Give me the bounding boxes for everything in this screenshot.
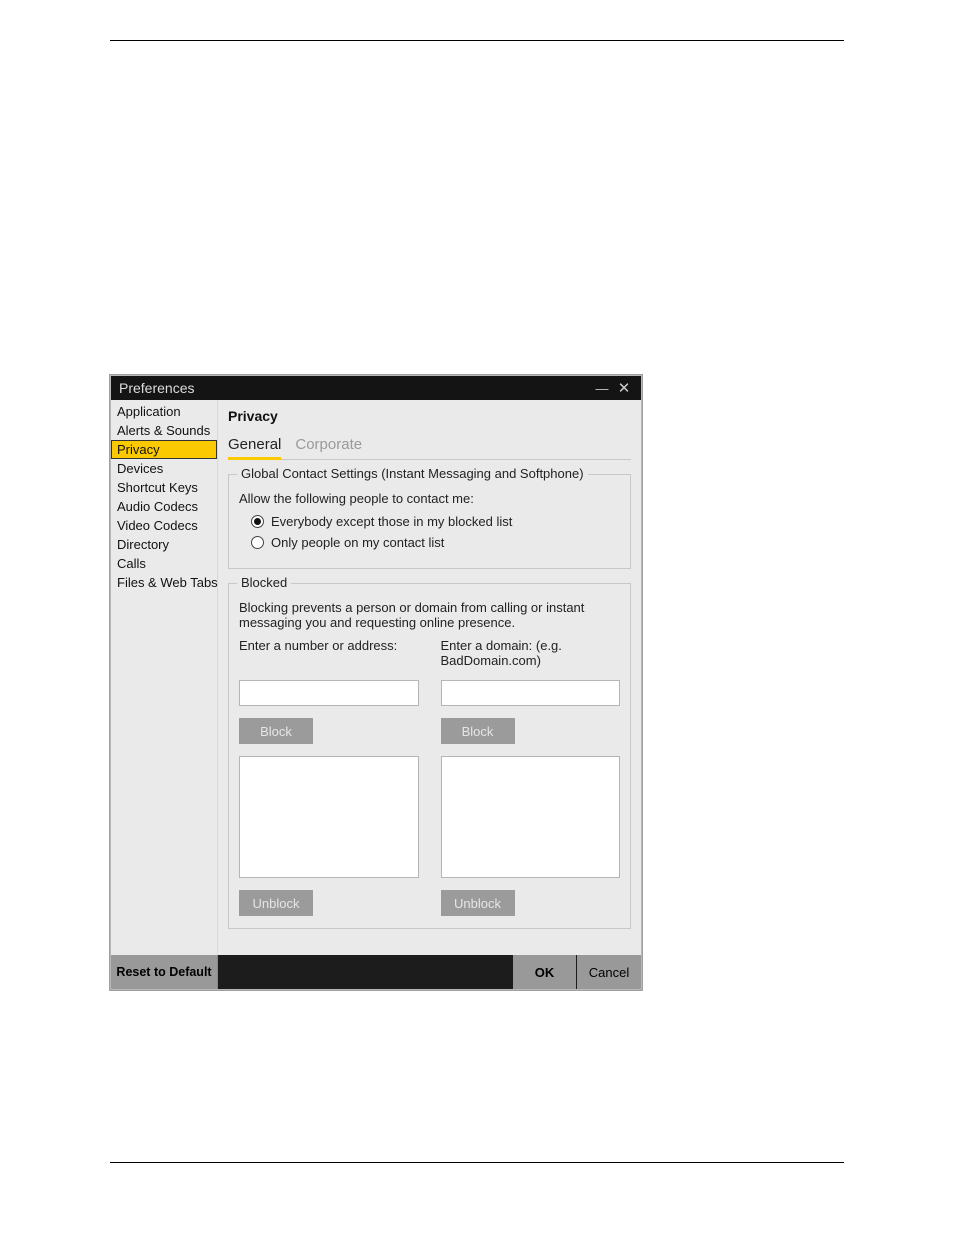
domain-input[interactable]: [441, 680, 621, 706]
global-prompt: Allow the following people to contact me…: [239, 491, 620, 506]
sidebar-item-devices[interactable]: Devices: [111, 459, 217, 478]
blocked-legend: Blocked: [237, 575, 291, 590]
titlebar: Preferences — ✕: [111, 376, 641, 400]
sidebar-item-shortcut-keys[interactable]: Shortcut Keys: [111, 478, 217, 497]
tab-general[interactable]: General: [228, 434, 281, 459]
sidebar-item-privacy[interactable]: Privacy: [111, 440, 217, 459]
sidebar: Application Alerts & Sounds Privacy Devi…: [111, 400, 218, 955]
blocked-domain-list[interactable]: [441, 756, 621, 878]
window-title: Preferences: [119, 380, 591, 396]
blocked-address-list[interactable]: [239, 756, 419, 878]
sidebar-item-video-codecs[interactable]: Video Codecs: [111, 516, 217, 535]
block-address-button[interactable]: Block: [239, 718, 313, 744]
minimize-button[interactable]: —: [591, 379, 613, 397]
blocked-desc: Blocking prevents a person or domain fro…: [239, 600, 620, 630]
radio-contacts-only-icon: [251, 536, 264, 549]
dialog-footer: Reset to Default OK Cancel: [111, 955, 641, 989]
preferences-dialog: Preferences — ✕ Application Alerts & Sou…: [110, 375, 642, 990]
sidebar-item-application[interactable]: Application: [111, 402, 217, 421]
sidebar-item-audio-codecs[interactable]: Audio Codecs: [111, 497, 217, 516]
sidebar-item-calls[interactable]: Calls: [111, 554, 217, 573]
sidebar-item-alerts-sounds[interactable]: Alerts & Sounds: [111, 421, 217, 440]
unblock-address-button[interactable]: Unblock: [239, 890, 313, 916]
radio-everybody-label: Everybody except those in my blocked lis…: [271, 514, 512, 529]
radio-everybody[interactable]: Everybody except those in my blocked lis…: [251, 514, 620, 529]
page-rule-bottom: [110, 1162, 844, 1163]
cancel-button[interactable]: Cancel: [577, 955, 641, 989]
page-title: Privacy: [228, 408, 631, 424]
radio-everybody-icon: [251, 515, 264, 528]
radio-contacts-only-label: Only people on my contact list: [271, 535, 444, 550]
unblock-domain-button[interactable]: Unblock: [441, 890, 515, 916]
main-panel: Privacy General Corporate Global Contact…: [218, 400, 641, 955]
tabs: General Corporate: [228, 434, 631, 460]
domain-label: Enter a domain: (e.g. BadDomain.com): [441, 638, 621, 674]
address-label: Enter a number or address:: [239, 638, 419, 674]
sidebar-item-directory[interactable]: Directory: [111, 535, 217, 554]
blocked-group: Blocked Blocking prevents a person or do…: [228, 583, 631, 929]
page-rule-top: [110, 40, 844, 41]
global-contact-settings-group: Global Contact Settings (Instant Messagi…: [228, 474, 631, 569]
radio-contacts-only[interactable]: Only people on my contact list: [251, 535, 620, 550]
block-domain-button[interactable]: Block: [441, 718, 515, 744]
close-button[interactable]: ✕: [613, 379, 635, 397]
sidebar-item-files-web-tabs[interactable]: Files & Web Tabs: [111, 573, 217, 592]
ok-button[interactable]: OK: [513, 955, 577, 989]
tab-corporate[interactable]: Corporate: [295, 434, 362, 459]
blocked-domain-column: Enter a domain: (e.g. BadDomain.com) Blo…: [441, 638, 621, 916]
blocked-address-column: Enter a number or address: Block Unblock: [239, 638, 419, 916]
address-input[interactable]: [239, 680, 419, 706]
reset-to-default-button[interactable]: Reset to Default: [111, 955, 218, 989]
footer-spacer: [218, 955, 513, 989]
global-legend: Global Contact Settings (Instant Messagi…: [237, 466, 588, 481]
